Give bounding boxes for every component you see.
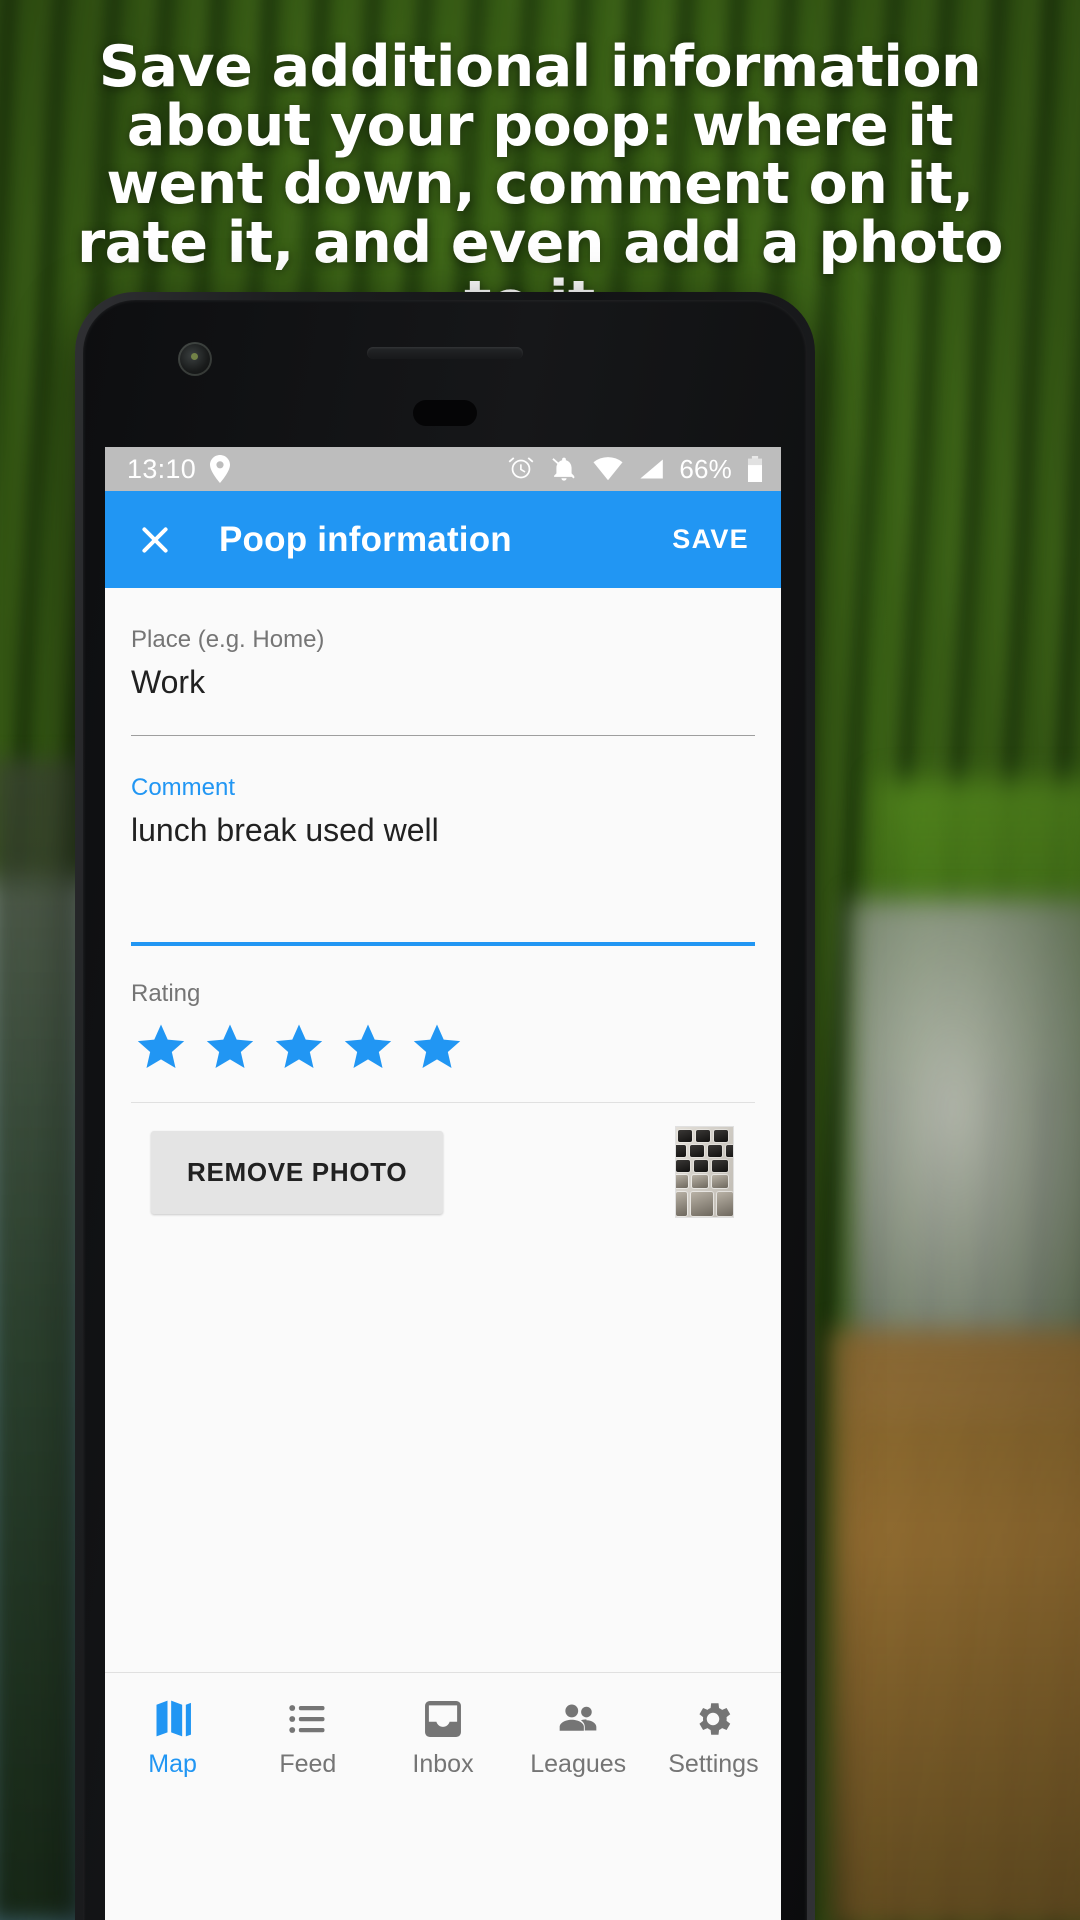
cell-signal-icon (638, 457, 664, 481)
rating-stars[interactable] (131, 1008, 755, 1073)
nav-item-feed[interactable]: Feed (240, 1697, 375, 1779)
nav-item-inbox[interactable]: Inbox (375, 1697, 510, 1779)
gear-icon (691, 1697, 735, 1741)
star-icon-5[interactable] (411, 1021, 463, 1073)
nav-label-settings: Settings (668, 1749, 759, 1778)
status-bar-left: 13:10 (127, 454, 231, 485)
promo-headline: Save additional information about your p… (77, 34, 1003, 331)
remove-photo-button[interactable]: REMOVE PHOTO (151, 1130, 444, 1214)
star-icon-4[interactable] (342, 1021, 394, 1073)
nav-label-inbox: Inbox (412, 1749, 474, 1778)
phone-mockup: 13:10 66% Poop information SAVE Place (e… (75, 292, 815, 1920)
star-icon-1[interactable] (135, 1021, 187, 1073)
rating-field[interactable]: Rating (105, 946, 781, 1073)
form-body: Place (e.g. Home) Work Comment lunch bre… (105, 588, 781, 1802)
wifi-icon (593, 457, 623, 481)
nav-item-map[interactable]: Map (105, 1697, 240, 1779)
photo-row: REMOVE PHOTO (105, 1103, 781, 1217)
inbox-icon (421, 1697, 465, 1741)
alarm-clock-icon (507, 455, 535, 483)
bell-muted-icon (550, 455, 578, 483)
battery-percent: 66% (679, 453, 732, 484)
photo-thumbnail[interactable] (676, 1127, 733, 1217)
status-time: 13:10 (127, 453, 197, 484)
save-button[interactable]: SAVE (666, 514, 755, 565)
place-field[interactable]: Place (e.g. Home) Work (105, 588, 781, 736)
map-icon (151, 1697, 195, 1741)
nav-label-map: Map (148, 1749, 197, 1778)
nav-label-feed: Feed (279, 1749, 337, 1778)
star-icon-3[interactable] (273, 1021, 325, 1073)
nav-item-leagues[interactable]: Leagues (511, 1697, 646, 1779)
close-icon[interactable] (131, 516, 179, 564)
people-icon (556, 1697, 600, 1741)
place-input[interactable]: Work (131, 654, 755, 701)
rating-label: Rating (131, 980, 201, 1007)
bottom-navigation: Map Feed Inbox Leagues Settings (105, 1672, 781, 1802)
front-camera-icon (178, 342, 212, 376)
comment-label: Comment (131, 774, 236, 801)
battery-icon (747, 456, 763, 482)
app-bar: Poop information SAVE (105, 491, 781, 588)
star-icon-2[interactable] (204, 1021, 256, 1073)
nav-item-settings[interactable]: Settings (646, 1697, 781, 1779)
location-pin-icon (209, 455, 231, 483)
place-label: Place (e.g. Home) (131, 626, 325, 653)
page-title: Poop information (219, 519, 512, 559)
phone-screen: 13:10 66% Poop information SAVE Place (e… (105, 447, 781, 1920)
earpiece-speaker (367, 347, 523, 359)
status-bar: 13:10 66% (105, 447, 781, 491)
sensor-pill (413, 400, 477, 426)
status-bar-right: 66% (507, 454, 763, 485)
nav-label-leagues: Leagues (530, 1749, 627, 1778)
comment-field[interactable]: Comment lunch break used well (105, 736, 781, 946)
comment-input[interactable]: lunch break used well (131, 802, 755, 942)
list-icon (286, 1697, 330, 1741)
